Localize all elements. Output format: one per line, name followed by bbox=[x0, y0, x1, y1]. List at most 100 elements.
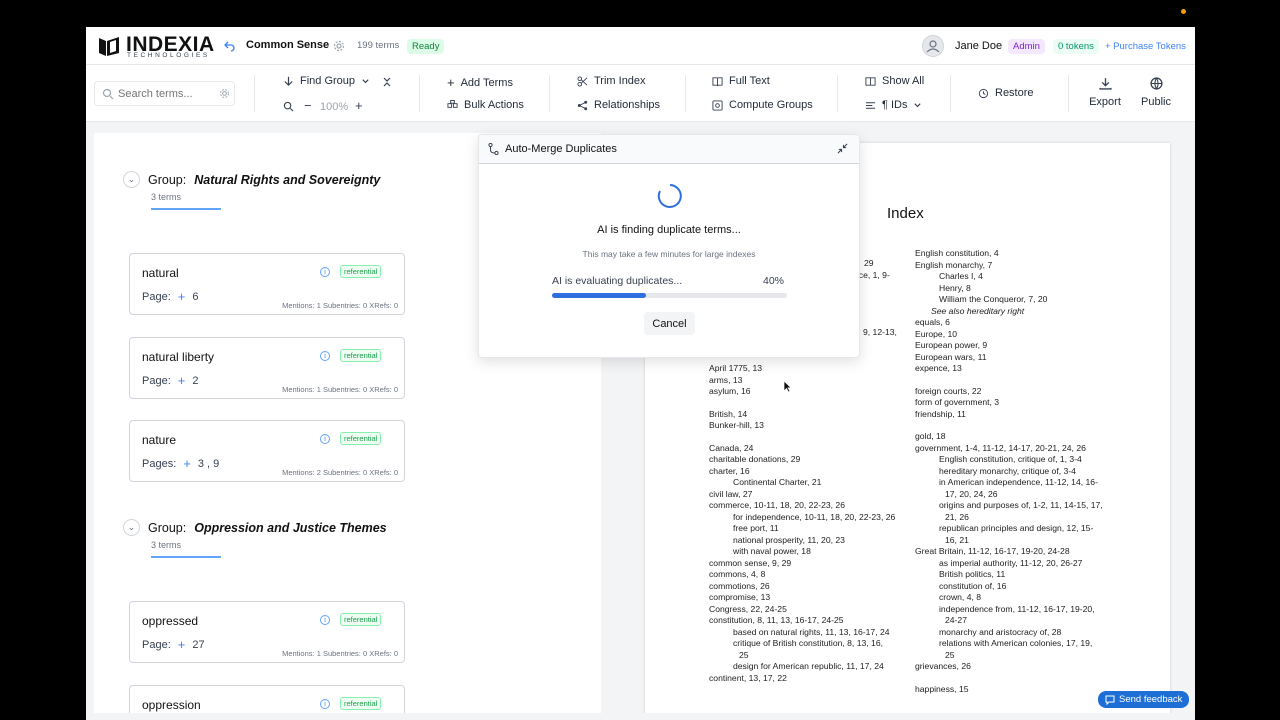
merge-icon bbox=[488, 143, 499, 155]
group-header[interactable]: ⌄ Group: Natural Rights and Sovereignty bbox=[123, 171, 380, 188]
index-entry: as imperial authority, 11-12, 20, 26-27 bbox=[939, 557, 1083, 568]
search-input[interactable] bbox=[118, 86, 214, 102]
zoom-in-button[interactable]: + bbox=[355, 98, 363, 113]
search-box[interactable] bbox=[94, 81, 235, 106]
index-entry: design for American republic, 11, 17, 24 bbox=[733, 661, 884, 671]
group-header[interactable]: ⌄ Group: Oppression and Justice Themes bbox=[123, 519, 387, 536]
logo-subtitle: TECHNOLOGIES bbox=[127, 52, 210, 59]
send-feedback-button[interactable]: Send feedback bbox=[1098, 691, 1190, 708]
top-bar: INDEXIA TECHNOLOGIES Common Sense 199 te… bbox=[86, 27, 1195, 65]
index-entry: Bunker-hill, 13 bbox=[709, 420, 764, 430]
cancel-button[interactable]: Cancel bbox=[644, 312, 695, 335]
info-icon[interactable]: i bbox=[320, 267, 330, 277]
index-entry: equals, 6 bbox=[915, 317, 950, 327]
page-numbers[interactable]: 2 bbox=[192, 375, 198, 387]
group-underline bbox=[151, 208, 221, 210]
modal-subtext: This may take a few minutes for large in… bbox=[582, 249, 756, 259]
add-page-button[interactable]: + bbox=[178, 373, 186, 388]
index-entry: civil law, 27 bbox=[709, 488, 753, 499]
back-arrow-icon[interactable] bbox=[223, 40, 235, 52]
index-entry: grievances, 26 bbox=[915, 661, 971, 671]
trim-index-button[interactable]: Trim Index bbox=[577, 75, 646, 87]
index-spacer bbox=[709, 398, 895, 409]
index-entry: gold, 18 bbox=[915, 431, 946, 441]
page-numbers[interactable]: 27 bbox=[192, 639, 204, 651]
index-entry: charter, 16 bbox=[709, 465, 750, 476]
info-icon[interactable]: i bbox=[320, 615, 330, 625]
term-name: natural bbox=[142, 266, 179, 280]
role-badge: Admin bbox=[1008, 39, 1045, 54]
index-entry: compromise, 13 bbox=[709, 592, 771, 602]
add-page-button[interactable]: + bbox=[178, 289, 186, 304]
chat-icon bbox=[1105, 695, 1115, 705]
minimize-icon[interactable] bbox=[837, 143, 848, 154]
index-entry: European wars, 11 bbox=[915, 351, 987, 362]
zoom-out-button[interactable]: − bbox=[304, 98, 312, 113]
zoom-level: 100% bbox=[320, 101, 349, 113]
chevron-down-icon[interactable]: ⌄ bbox=[123, 519, 140, 536]
find-group-button[interactable]: Find Group bbox=[283, 75, 370, 87]
index-entry: English monarchy, 7 bbox=[915, 259, 993, 270]
progress-fill bbox=[552, 293, 646, 298]
index-entry: form of government, 3 bbox=[915, 397, 1000, 407]
add-terms-button[interactable]: + Add Terms bbox=[447, 75, 513, 90]
group-name: Oppression and Justice Themes bbox=[194, 520, 387, 535]
index-entry: 16, 21 bbox=[945, 534, 969, 545]
referential-badge: referential bbox=[340, 613, 382, 626]
export-button[interactable]: Export bbox=[1088, 77, 1122, 108]
term-card[interactable]: natural i referential Page: +6 Mentions: … bbox=[129, 253, 405, 315]
add-page-button[interactable]: + bbox=[183, 456, 191, 471]
settings-icon[interactable] bbox=[219, 88, 230, 99]
gear-icon[interactable] bbox=[333, 40, 345, 52]
term-card[interactable]: natural liberty i referential Page: +2 Me… bbox=[129, 337, 405, 399]
purchase-tokens-link[interactable]: + Purchase Tokens bbox=[1105, 41, 1186, 52]
status-badge: Ready bbox=[407, 39, 445, 54]
index-entry: British politics, 11 bbox=[939, 569, 1006, 579]
referential-badge: referential bbox=[340, 349, 382, 362]
info-icon[interactable]: i bbox=[320, 351, 330, 361]
info-icon[interactable]: i bbox=[320, 699, 330, 709]
relationships-button[interactable]: Relationships bbox=[577, 99, 660, 111]
index-entry: constitution, 8, 11, 13, 16-17, 24-25 bbox=[709, 615, 844, 625]
index-entry: monarchy and aristocracy of, 28 bbox=[939, 626, 1062, 637]
add-terms-label: Add Terms bbox=[460, 76, 513, 89]
index-right-column: English constitution, 4 English monarchy,… bbox=[915, 248, 1103, 695]
term-card[interactable]: oppression i referential bbox=[129, 685, 405, 713]
index-entry: national prosperity, 11, 20, 23 bbox=[733, 534, 845, 545]
ids-dropdown[interactable]: ¶ IDs bbox=[865, 99, 922, 111]
pages-label: Page: bbox=[142, 290, 171, 303]
index-entry: happiness, 15 bbox=[915, 683, 969, 694]
restore-button[interactable]: Restore bbox=[978, 87, 1034, 99]
compute-groups-label: Compute Groups bbox=[729, 99, 813, 111]
avatar[interactable] bbox=[922, 35, 944, 57]
index-entry: republican principles and design, 12, 15… bbox=[939, 523, 1094, 533]
term-stats: Mentions: 1 Subentries: 0 XRefs: 0 bbox=[282, 301, 398, 310]
referential-badge: referential bbox=[340, 697, 382, 710]
show-all-button[interactable]: Show All bbox=[865, 75, 924, 87]
bulk-actions-button[interactable]: Bulk Actions bbox=[447, 99, 524, 111]
project-title[interactable]: Common Sense bbox=[246, 39, 329, 51]
term-card[interactable]: nature i referential Pages: +3 , 9 Mentio… bbox=[129, 420, 405, 482]
info-icon[interactable]: i bbox=[320, 434, 330, 444]
page-numbers[interactable]: 6 bbox=[192, 291, 198, 303]
term-card[interactable]: oppressed i referential Page: +27 Mention… bbox=[129, 601, 405, 663]
add-page-button[interactable]: + bbox=[178, 637, 186, 652]
columns-icon bbox=[865, 76, 876, 86]
collapse-all-icon[interactable] bbox=[382, 77, 392, 87]
index-entry: Canada, 24 bbox=[709, 442, 754, 453]
auto-merge-modal: Auto-Merge Duplicates AI is finding dupl… bbox=[478, 134, 860, 358]
index-entry: constitution of, 16 bbox=[939, 580, 1007, 591]
public-button[interactable]: Public bbox=[1139, 77, 1173, 108]
group-underline bbox=[151, 556, 221, 558]
index-entry: 25 bbox=[739, 649, 749, 660]
referential-badge: referential bbox=[340, 432, 382, 445]
compute-groups-button[interactable]: Compute Groups bbox=[712, 99, 813, 111]
restore-label: Restore bbox=[995, 87, 1034, 99]
index-title: Index bbox=[887, 205, 924, 222]
chevron-down-icon[interactable]: ⌄ bbox=[123, 171, 140, 188]
chevron-down-icon bbox=[362, 78, 369, 83]
page-numbers[interactable]: 3 , 9 bbox=[198, 458, 219, 470]
index-entry: Continental Charter, 21 bbox=[733, 477, 822, 487]
index-entry: expence, 13 bbox=[915, 363, 962, 373]
full-text-button[interactable]: Full Text bbox=[712, 75, 770, 87]
